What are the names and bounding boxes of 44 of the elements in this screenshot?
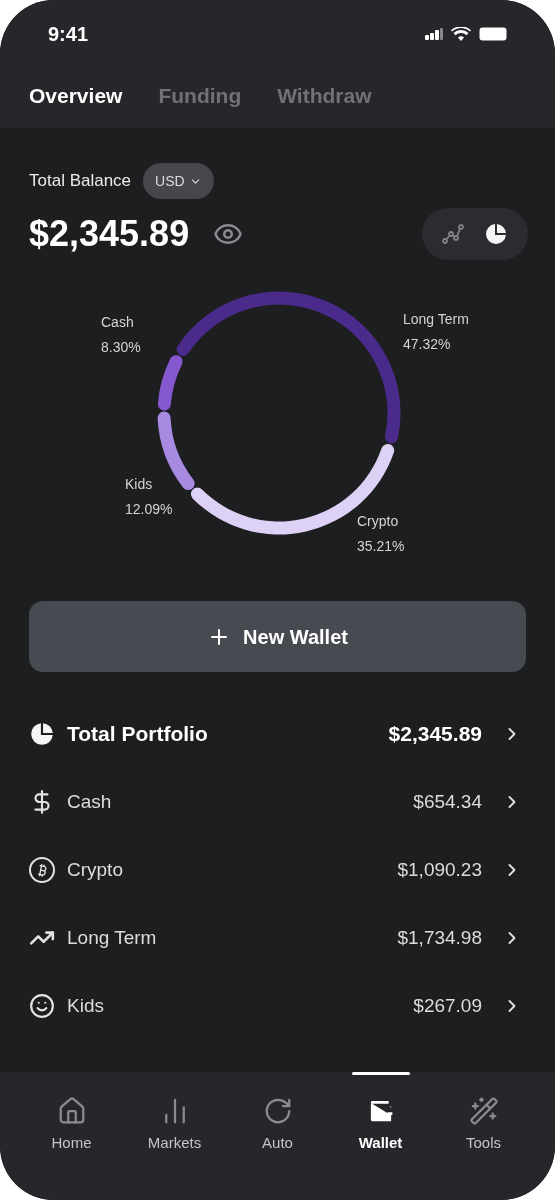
wallet-amount: $2,345.89 [388,721,482,748]
wallet-row[interactable]: Cash $654.34 [29,768,526,836]
segment-label: Long Term [403,310,469,329]
segment-percentage: 12.09% [125,500,173,519]
segment-percentage: 8.30% [101,338,141,357]
magic-wand-icon [468,1096,499,1126]
wifi-icon [451,27,471,41]
active-indicator [351,1072,410,1075]
wallet-row[interactable]: Kids $267.09 [29,972,526,1040]
wallet-amount: $1,734.98 [397,925,482,950]
battery-icon [479,27,507,41]
wallet-name: Long Term [67,925,158,950]
wallet-amount: $267.09 [413,993,482,1018]
wallet-amount: $1,090.23 [397,857,482,882]
new-wallet-button[interactable]: New Wallet [29,601,526,672]
segment-label: Crypto [357,512,400,531]
line-chart-icon[interactable] [442,223,464,245]
segment-label: Cash [101,313,135,332]
wallet-name: Total Portfolio [67,721,209,748]
currency-dropdown[interactable]: USD [143,163,214,199]
wallet-row[interactable]: Total Portfolio $2,345.89 [29,700,526,768]
balance-label: Total Balance [29,170,132,193]
wallet-row[interactable]: Long Term $1,734.98 [29,904,526,972]
child-face-icon [29,993,55,1019]
pie-chart-icon[interactable] [484,222,508,246]
balance-amount: $2,345.89 [29,212,190,256]
wallet-row[interactable]: Crypto $1,090.23 [29,836,526,904]
signal-icon [425,28,443,40]
pie-chart-icon [29,721,55,747]
segment-percentage: 47.32% [403,335,452,354]
bitcoin-icon [29,857,55,883]
wallet-name: Kids [67,993,105,1018]
wallet-name: Crypto [67,857,124,882]
status-time: 9:41 [48,22,89,47]
nav-item[interactable]: Markets [123,1072,226,1200]
segment-label: Kids [125,475,154,494]
nav-item[interactable]: Auto [226,1072,329,1200]
wallet-name: Cash [67,789,113,814]
tab[interactable]: Overview [29,80,123,112]
nav-item[interactable]: Wallet [329,1072,432,1200]
nav-item[interactable]: Tools [432,1072,535,1200]
segment-percentage: 35.21% [357,537,405,556]
nav-item[interactable]: Home [20,1072,123,1200]
wallet-amount: $654.34 [413,789,482,814]
